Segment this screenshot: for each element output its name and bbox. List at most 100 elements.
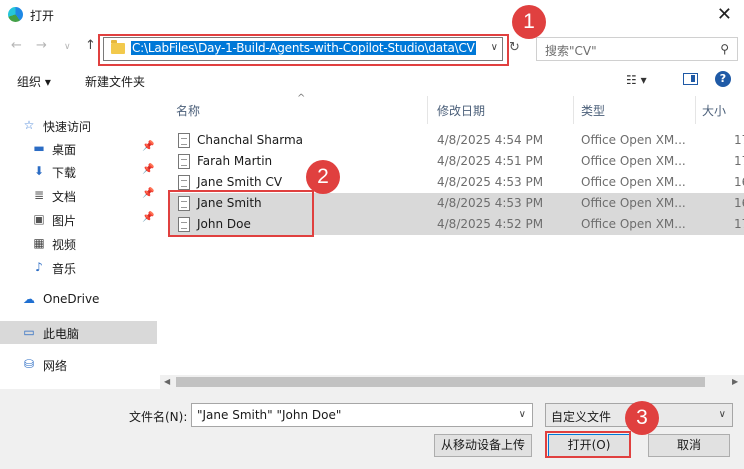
filter-value: 自定义文件	[551, 410, 612, 424]
sidebar-item-pictures[interactable]: ▣ 图片 📌	[0, 208, 157, 231]
forward-arrow-icon[interactable]: →	[36, 38, 47, 53]
document-file-icon	[178, 175, 190, 190]
star-icon: ☆	[23, 118, 35, 132]
column-header-modified[interactable]: 修改日期	[437, 102, 485, 119]
cancel-button[interactable]: 取消	[648, 434, 730, 457]
back-arrow-icon[interactable]: ←	[11, 38, 22, 53]
preview-pane-icon[interactable]	[683, 73, 698, 85]
download-icon: ⬇	[33, 164, 45, 178]
callout-badge-1: 1	[512, 5, 546, 39]
sidebar-item-quick-access[interactable]: ☆ 快速访问	[0, 114, 157, 137]
file-row[interactable]: Chanchal Sharma 4/8/2025 4:54 PM Office …	[170, 130, 744, 151]
sidebar-item-videos[interactable]: ▦ 视频	[0, 232, 157, 255]
view-options-icon[interactable]: ☷ ▾	[626, 73, 647, 87]
help-icon[interactable]: ?	[715, 71, 731, 87]
filename-field[interactable]: "Jane Smith" "John Doe" ∨	[191, 403, 533, 427]
file-name: Jane Smith CV	[197, 175, 283, 189]
file-type: Office Open XM...	[581, 196, 686, 210]
file-list: ^ 名称 修改日期 类型 大小 Chanchal Sharma 4/8/2025…	[160, 93, 744, 388]
sidebar-item-label: 网络	[43, 359, 68, 373]
sidebar-item-downloads[interactable]: ⬇ 下载 📌	[0, 160, 157, 183]
sidebar-item-network[interactable]: ⛁ 网络	[0, 353, 157, 376]
column-divider[interactable]	[427, 96, 428, 124]
music-icon: ♪	[35, 260, 43, 274]
search-icon[interactable]: ⚲	[720, 42, 729, 56]
file-modified: 4/8/2025 4:53 PM	[437, 196, 544, 210]
file-type: Office Open XM...	[581, 133, 686, 147]
column-header-name[interactable]: 名称	[176, 102, 200, 119]
horizontal-scrollbar[interactable]: ◀ ▶	[160, 375, 744, 389]
file-size: 16	[734, 196, 744, 210]
sidebar-item-label: 此电脑	[43, 327, 80, 341]
scroll-right-icon[interactable]: ▶	[732, 375, 738, 389]
toolbar: 组织 ▾ 新建文件夹 ☷ ▾ ?	[0, 64, 744, 96]
column-divider[interactable]	[695, 96, 696, 124]
sort-ascending-icon: ^	[297, 93, 306, 104]
chevron-down-icon[interactable]: ∨	[719, 409, 726, 420]
column-header-type[interactable]: 类型	[581, 102, 605, 119]
document-file-icon	[178, 133, 190, 148]
computer-icon: ▭	[23, 325, 35, 339]
up-arrow-icon[interactable]: ↑	[85, 38, 96, 53]
upload-from-mobile-button[interactable]: 从移动设备上传	[434, 434, 532, 457]
file-modified: 4/8/2025 4:52 PM	[437, 217, 544, 231]
column-divider[interactable]	[573, 96, 574, 124]
callout-box-files	[168, 190, 314, 237]
refresh-icon[interactable]: ↻	[509, 40, 520, 55]
video-icon: ▦	[33, 236, 45, 250]
navigation-pane: ☆ 快速访问 ▬ 桌面 📌 ⬇ 下载 📌 ≣ 文档 📌 ▣ 图片 📌 ▦ 视频 …	[0, 96, 157, 388]
pin-icon[interactable]: 📌	[142, 212, 154, 223]
sidebar-item-label: 视频	[52, 238, 77, 252]
scroll-left-icon[interactable]: ◀	[164, 375, 170, 389]
document-icon: ≣	[33, 188, 45, 202]
file-modified: 4/8/2025 4:53 PM	[437, 175, 544, 189]
file-modified: 4/8/2025 4:51 PM	[437, 154, 544, 168]
edge-app-icon	[8, 7, 23, 22]
sidebar-item-label: 快速访问	[43, 120, 92, 134]
file-size: 17	[734, 217, 744, 231]
chevron-down-icon[interactable]: ∨	[519, 409, 526, 420]
sidebar-item-desktop[interactable]: ▬ 桌面 📌	[0, 137, 157, 160]
new-folder-button[interactable]: 新建文件夹	[85, 73, 145, 90]
sidebar-item-this-pc[interactable]: ▭ 此电脑	[0, 321, 157, 344]
window-title: 打开	[30, 9, 55, 23]
callout-box-open	[545, 431, 631, 458]
file-type: Office Open XM...	[581, 217, 686, 231]
sidebar-item-music[interactable]: ♪ 音乐	[0, 256, 157, 279]
sidebar-item-documents[interactable]: ≣ 文档 📌	[0, 184, 157, 207]
sidebar-item-label: OneDrive	[43, 292, 100, 306]
filename-label: 文件名(N):	[129, 410, 188, 424]
callout-box-address	[98, 34, 509, 66]
document-file-icon	[178, 154, 190, 169]
file-size: 17	[734, 133, 744, 147]
close-icon[interactable]: ✕	[717, 4, 732, 25]
sidebar-item-label: 下载	[52, 166, 77, 180]
file-modified: 4/8/2025 4:54 PM	[437, 133, 544, 147]
scrollbar-thumb[interactable]	[176, 377, 705, 387]
sidebar-item-onedrive[interactable]: ☁ OneDrive	[0, 288, 157, 311]
pin-icon[interactable]: 📌	[142, 164, 154, 175]
organize-menu[interactable]: 组织 ▾	[17, 73, 51, 90]
file-size: 17	[734, 154, 744, 168]
title-bar: 打开 ✕	[0, 0, 744, 30]
sidebar-item-label: 文档	[52, 190, 77, 204]
sidebar-item-label: 音乐	[52, 262, 77, 276]
pin-icon[interactable]: 📌	[142, 141, 154, 152]
filename-value[interactable]: "Jane Smith" "John Doe"	[197, 408, 341, 422]
file-size: 16	[734, 175, 744, 189]
search-input[interactable]: 搜索"CV" ⚲	[536, 37, 738, 61]
file-name: Farah Martin	[197, 154, 273, 168]
file-row[interactable]: Farah Martin 4/8/2025 4:51 PM Office Ope…	[170, 151, 744, 172]
network-icon: ⛁	[23, 357, 35, 371]
callout-badge-2: 2	[306, 160, 340, 194]
sidebar-item-label: 桌面	[52, 143, 77, 157]
file-type: Office Open XM...	[581, 175, 686, 189]
desktop-icon: ▬	[33, 141, 45, 155]
column-header-size[interactable]: 大小	[702, 102, 726, 119]
picture-icon: ▣	[33, 212, 45, 226]
pin-icon[interactable]: 📌	[142, 188, 154, 199]
file-type: Office Open XM...	[581, 154, 686, 168]
search-placeholder: 搜索"CV"	[545, 44, 597, 58]
file-name: Chanchal Sharma	[197, 133, 303, 147]
recent-chevron-icon[interactable]: ∨	[64, 42, 71, 52]
